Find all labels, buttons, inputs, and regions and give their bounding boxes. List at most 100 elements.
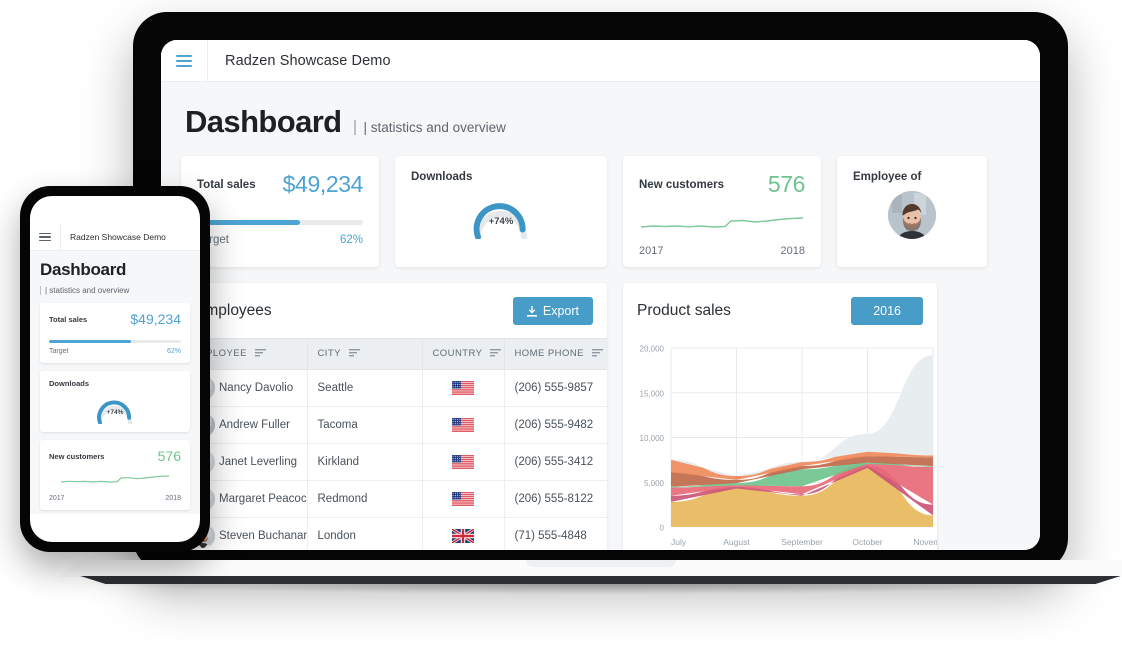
mobile-axis: 2017 2018 <box>49 495 181 502</box>
menu-toggle-button[interactable] <box>161 40 208 81</box>
sort-icon <box>348 349 360 360</box>
country-flag-icon <box>433 381 494 395</box>
page-title: Dashboard <box>185 104 342 139</box>
cell-city: Redmond <box>307 480 423 518</box>
flag-us-icon <box>452 455 474 469</box>
export-button[interactable]: Export <box>512 297 593 325</box>
column-header-country[interactable]: COUNTRY <box>422 338 505 370</box>
cell-city: Kirkland <box>307 443 423 481</box>
svg-text:July: July <box>671 537 687 547</box>
flag-us-icon <box>452 492 474 506</box>
mobile-new-customers-head: New customers 576 <box>49 448 181 464</box>
total-sales-value: $49,234 <box>282 171 364 197</box>
app-screen: Radzen Showcase Demo Dashboard | statist… <box>161 40 1040 550</box>
laptop-base <box>61 560 1122 594</box>
flag-us-icon <box>452 418 474 432</box>
card-employee-of-month: Employee of <box>837 156 987 267</box>
target-percent: 62% <box>339 234 363 246</box>
mobile-new-customers-label: New customers <box>49 451 105 461</box>
cell-city: Tacoma <box>307 406 423 444</box>
table-row[interactable]: Margaret Peacock Redmond (206) 555-8122 <box>181 480 607 518</box>
cell-country <box>422 406 505 444</box>
phone-device: Radzen Showcase Demo Dashboard | statist… <box>20 186 210 552</box>
cell-home-phone: (71) 555-4848 <box>504 517 607 550</box>
mobile-page-title: Dashboard <box>40 260 127 279</box>
target-footer: Target 62% <box>197 234 363 246</box>
table-row[interactable]: Nancy Davolio Seattle (206) 555-9857 <box>181 369 607 407</box>
employee-name: Steven Buchanan <box>219 530 307 542</box>
mobile-app-header: Radzen Showcase Demo <box>30 224 200 251</box>
card-total-sales: Total sales $49,234 Target 62% <box>181 156 379 267</box>
mobile-menu-toggle-button[interactable] <box>30 224 61 250</box>
table-row[interactable]: Janet Leverling Kirkland (206) 555-3412 <box>181 443 607 481</box>
cell-city: London <box>307 517 423 550</box>
year-selector-button[interactable]: 2016 <box>851 297 923 325</box>
svg-text:October: October <box>852 537 882 547</box>
employees-table: EMPLOYEE CITY COUNTRY HOME PHONE Nancy D… <box>181 338 607 550</box>
country-flag-icon <box>433 418 494 432</box>
cell-country <box>422 480 505 518</box>
cell-home-phone: (206) 555-8122 <box>504 480 607 518</box>
svg-text:September: September <box>781 537 823 547</box>
country-flag-icon <box>433 492 494 506</box>
avatar <box>888 191 936 239</box>
employees-header: Employees Export <box>181 297 607 338</box>
mobile-app-title: Radzen Showcase Demo <box>70 232 166 242</box>
sort-icon <box>592 349 604 360</box>
new-customers-sparkline <box>640 217 804 228</box>
employee-name: Nancy Davolio <box>219 382 294 394</box>
table-row[interactable]: Andrew Fuller Tacoma (206) 555-9482 <box>181 406 607 444</box>
svg-text:15,000: 15,000 <box>640 389 665 398</box>
product-sales-chart: 0 5,000 10,000 15,000 20,000 July August Septem… <box>640 345 953 548</box>
card-downloads: Downloads +74% <box>395 156 607 267</box>
total-sales-head: Total sales $49,234 <box>197 171 363 198</box>
mobile-page-subtitle: | statistics and overview <box>40 286 190 295</box>
mobile-card-downloads: Downloads +74% <box>40 371 190 432</box>
downloads-label: Downloads <box>411 171 473 183</box>
new-customers-axis: 2017 2018 <box>639 245 805 257</box>
svg-text:20,000: 20,000 <box>640 345 665 354</box>
app-header: Radzen Showcase Demo <box>161 40 1040 82</box>
mobile-target-label: Target <box>49 348 69 355</box>
column-header-city[interactable]: CITY <box>307 338 423 370</box>
laptop-base-bottom <box>80 576 1121 584</box>
mobile-app-screen: Radzen Showcase Demo Dashboard | statist… <box>30 224 200 514</box>
new-customers-label: New customers <box>639 178 725 191</box>
gauge-arc-icon: +74% <box>97 400 132 424</box>
download-icon <box>526 305 537 317</box>
employee-avatar-icon <box>888 191 936 239</box>
phone-screen-frame: Radzen Showcase Demo Dashboard | statist… <box>30 196 200 542</box>
page-subtitle: | statistics and overview <box>353 120 506 135</box>
sort-icon <box>490 349 502 360</box>
product-sales-title: Product sales <box>637 302 731 319</box>
column-label: COUNTRY <box>432 348 483 359</box>
target-progress-track <box>197 220 363 225</box>
cell-country <box>422 517 505 550</box>
sort-icon <box>254 349 266 360</box>
flag-us-icon <box>452 381 474 395</box>
promo-scene: Radzen Showcase Demo Dashboard | statist… <box>0 0 1122 664</box>
export-label: Export <box>542 304 579 318</box>
axis-end: 2018 <box>780 245 805 257</box>
mobile-page-body: Dashboard | statistics and overview Tota… <box>30 251 200 510</box>
svg-text:10,000: 10,000 <box>640 434 665 443</box>
mobile-downloads-gauge: +74% <box>49 390 181 424</box>
gauge-arc-icon: +74% <box>473 203 527 239</box>
table-row[interactable]: Steven Buchanan London (71) 555-4848 <box>181 517 607 550</box>
mobile-target-percent: 62% <box>166 348 181 355</box>
mobile-target-footer: Target 62% <box>49 348 181 355</box>
cell-home-phone: (206) 555-9482 <box>504 406 607 444</box>
downloads-value: +74% <box>489 216 514 227</box>
card-new-customers: New customers 576 2017 2018 <box>623 156 821 267</box>
mobile-card-total-sales: Total sales $49,234 Target 62% <box>40 303 190 363</box>
column-header-home-phone[interactable]: HOME PHONE <box>504 338 607 370</box>
laptop-screen-frame: Radzen Showcase Demo Dashboard | statist… <box>161 40 1040 550</box>
kpi-row: Total sales $49,234 Target 62% Downloads… <box>181 156 1020 267</box>
new-customers-value: 576 <box>767 171 806 197</box>
svg-text:0: 0 <box>660 524 665 533</box>
mobile-downloads-value: +74% <box>107 409 124 416</box>
employee-name: Janet Leverling <box>219 456 297 468</box>
mobile-total-sales-head: Total sales $49,234 <box>49 311 181 327</box>
axis-start: 2017 <box>639 245 664 257</box>
target-progress-fill <box>197 220 300 225</box>
